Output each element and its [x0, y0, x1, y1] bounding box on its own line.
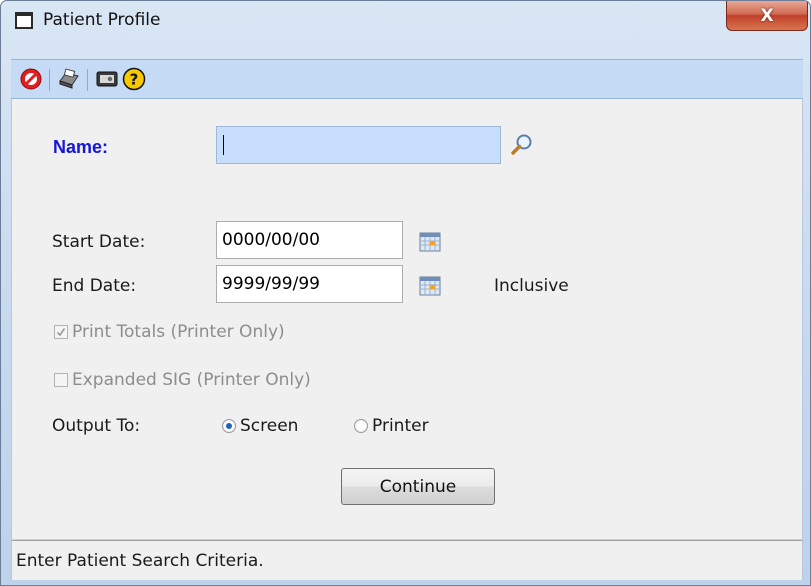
- screen-icon[interactable]: [95, 67, 119, 91]
- toolbar: ?: [11, 59, 803, 99]
- output-printer-label: Printer: [372, 416, 429, 436]
- window-app-icon: [15, 12, 33, 29]
- text-caret: [223, 135, 224, 155]
- output-screen-label: Screen: [240, 416, 299, 436]
- form-panel: Name: Start Date: 0000/00/00 End Date: 9…: [11, 99, 803, 539]
- name-label: Name:: [53, 137, 109, 157]
- toolbar-separator: [87, 69, 88, 91]
- start-date-label: Start Date:: [52, 232, 146, 252]
- expanded-sig-checkbox[interactable]: [54, 373, 68, 387]
- close-button[interactable]: X: [726, 1, 808, 31]
- inclusive-label: Inclusive: [494, 276, 569, 296]
- output-to-label: Output To:: [52, 416, 141, 436]
- svg-text:?: ?: [130, 71, 139, 89]
- checkmark-icon: [56, 328, 66, 337]
- help-icon[interactable]: ?: [122, 67, 146, 91]
- expanded-sig-label: Expanded SIG (Printer Only): [72, 370, 311, 390]
- title-bar: Patient Profile X: [1, 1, 810, 41]
- toolbar-separator: [49, 69, 50, 91]
- calendar-icon[interactable]: [418, 274, 442, 298]
- output-screen-radio[interactable]: [222, 419, 236, 433]
- calendar-icon[interactable]: [418, 230, 442, 254]
- print-totals-label: Print Totals (Printer Only): [72, 322, 285, 342]
- window-title: Patient Profile: [43, 10, 161, 30]
- end-date-field[interactable]: 9999/99/99: [216, 265, 403, 303]
- start-date-field[interactable]: 0000/00/00: [216, 221, 403, 259]
- stop-icon[interactable]: [19, 67, 43, 91]
- search-icon[interactable]: [510, 133, 534, 157]
- end-date-label: End Date:: [52, 276, 137, 296]
- patient-profile-window: Patient Profile X ? Name: Start Date: 00…: [0, 0, 811, 586]
- print-totals-checkbox[interactable]: [54, 325, 68, 339]
- name-input[interactable]: [216, 126, 501, 164]
- printer-icon[interactable]: [56, 67, 80, 91]
- status-bar: Enter Patient Search Criteria.: [11, 540, 803, 580]
- output-printer-radio[interactable]: [354, 419, 368, 433]
- continue-button[interactable]: Continue: [341, 468, 495, 505]
